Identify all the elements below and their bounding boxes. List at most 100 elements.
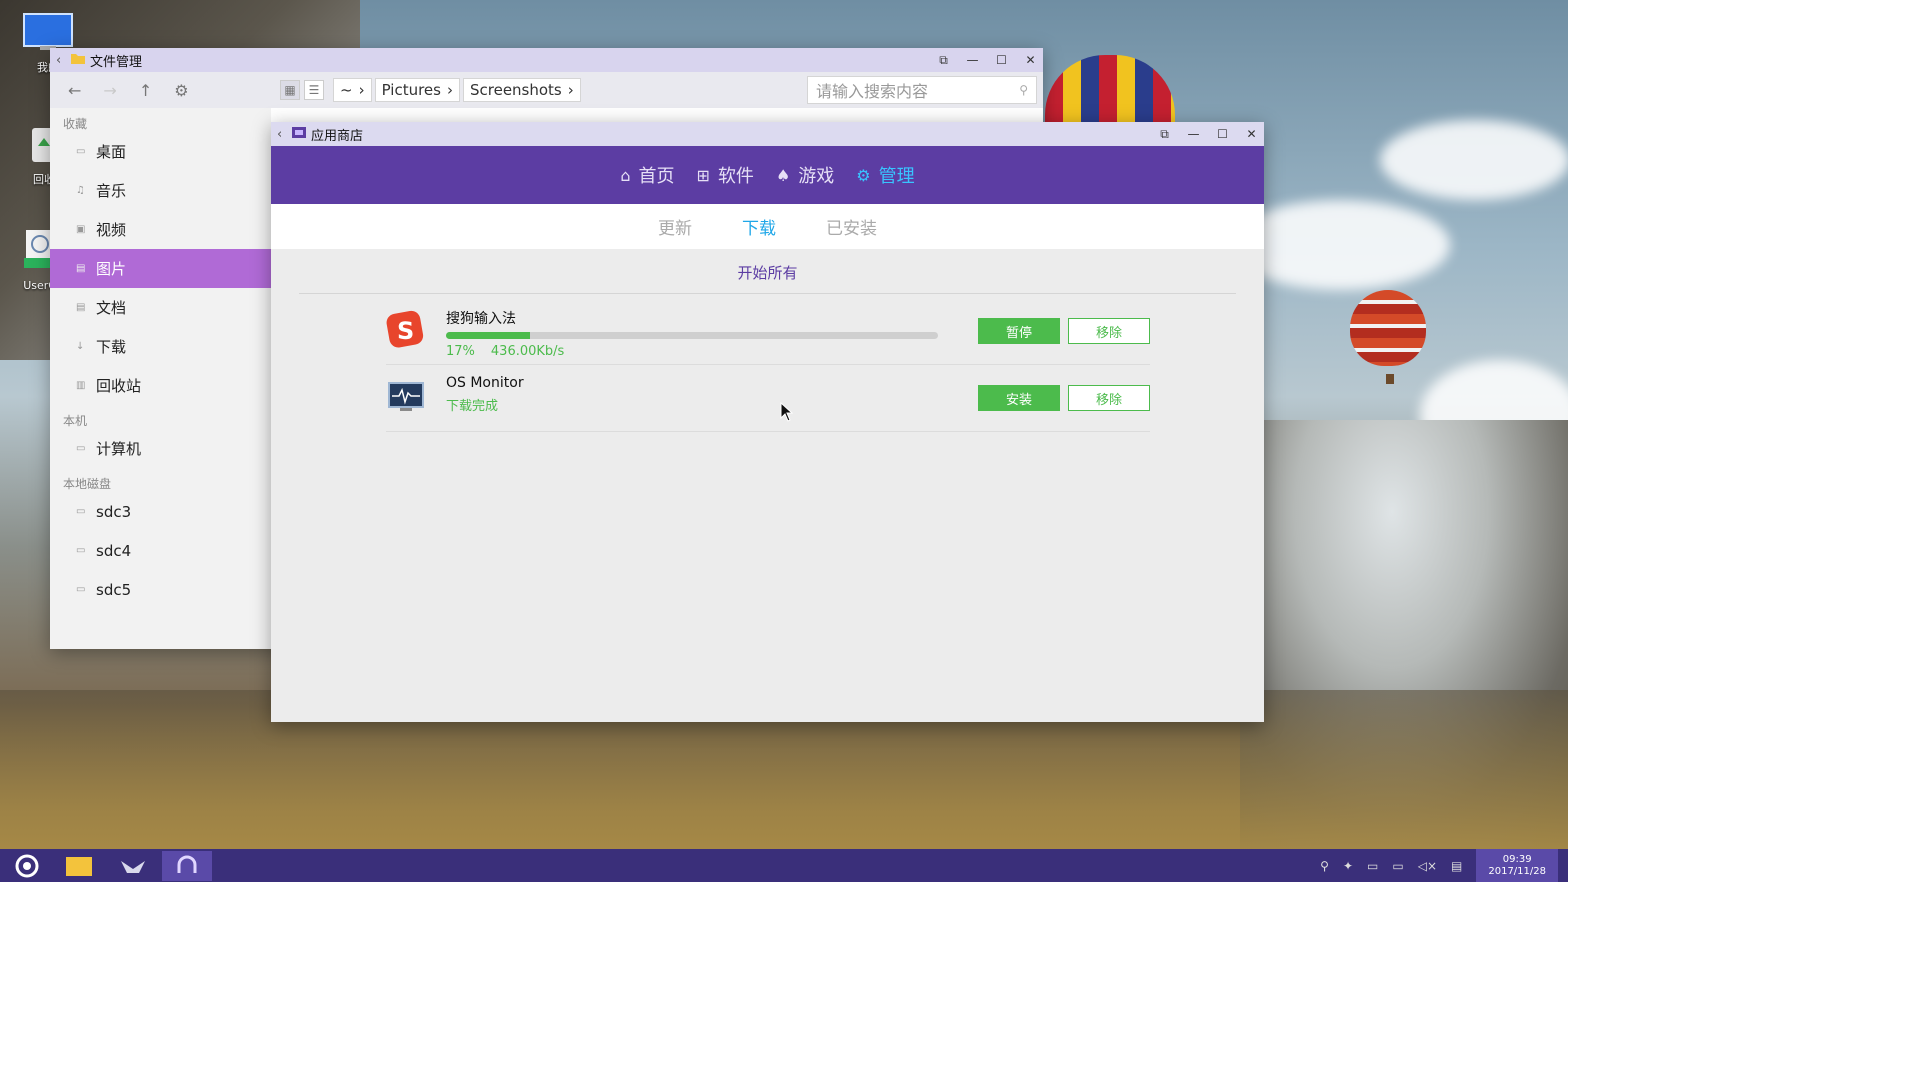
grid-icon: ⊞ [696,165,710,185]
close-button[interactable]: ✕ [1245,127,1258,141]
store-top-nav: ⌂ 首页 ⊞ 软件 ♠ 游戏 ⚙ 管理 [271,146,1264,204]
section-label: 本机 [63,414,88,428]
progress-fill [446,332,530,339]
bird-icon [121,860,145,873]
taskbar-browser[interactable] [108,851,158,881]
folder-icon [70,51,86,69]
back-chevron-icon[interactable]: ‹ [56,53,70,68]
battery-icon[interactable]: ▭ [1367,859,1378,873]
remove-button[interactable]: 移除 [1068,318,1150,344]
up-arrow-icon[interactable]: ↑ [139,81,152,100]
download-status: 下载完成 [446,399,499,414]
pin-icon[interactable]: ⧉ [937,53,950,67]
maximize-button[interactable]: ☐ [1216,127,1229,141]
back-chevron-icon[interactable]: ‹ [277,127,291,142]
nav-home[interactable]: ⌂ 首页 [620,162,674,188]
sidebar-item-video[interactable]: ▣ 视频 [50,210,271,249]
grid-view-icon[interactable]: ▦ [280,80,300,100]
document-icon: ▤ [76,302,86,313]
desktop-icon: ▭ [76,146,86,157]
start-menu-button[interactable] [0,849,54,882]
sidebar-item-sdc3[interactable]: ▭ sdc3 [50,492,271,531]
mouse-cursor-icon [780,402,794,422]
disk-icon: ▭ [76,584,86,595]
pause-button[interactable]: 暂停 [978,318,1060,344]
file-manager-titlebar[interactable]: ‹ 文件管理 ⧉ — ☐ ✕ [50,48,1043,72]
window-title: 文件管理 [90,54,143,70]
tab-downloads[interactable]: 下载 [742,214,776,239]
trash-icon: ▥ [76,380,86,391]
video-icon: ▣ [76,224,86,235]
start-logo-icon [15,854,39,877]
store-icon [291,125,307,143]
section-label: 收藏 [63,117,88,131]
settings-gear-icon[interactable]: ⚙ [174,81,188,100]
remove-button[interactable]: 移除 [1068,385,1150,411]
minimize-button[interactable]: — [1187,127,1200,141]
app-store-titlebar[interactable]: ‹ 应用商店 ⧉ — ☐ ✕ [271,122,1264,146]
download-icon: ↓ [76,341,85,352]
list-view-icon[interactable]: ☰ [304,80,324,100]
close-button[interactable]: ✕ [1024,53,1037,67]
nav-manage[interactable]: ⚙ 管理 [856,162,914,188]
manage-subtabs: 更新 下载 已安装 [271,204,1264,249]
download-progress-bar [446,332,938,339]
sidebar-item-computer[interactable]: ▭ 计算机 [50,429,271,468]
window-title: 应用商店 [311,128,364,144]
chevron-right-icon: › [446,81,453,99]
taskbar: ⚲ ✦ ▭ ▭ ◁× ▤ 09:39 2017/11/28 [0,849,1568,882]
sidebar-item-music[interactable]: ♫ 音乐 [50,171,271,210]
download-speed: 436.00Kb/s [490,344,565,359]
sidebar-item-sdc4[interactable]: ▭ sdc4 [50,531,271,570]
maximize-button[interactable]: ☐ [995,53,1008,67]
notification-icon[interactable]: ▤ [1451,859,1462,873]
nav-software[interactable]: ⊞ 软件 [697,162,754,188]
sidebar-item-documents[interactable]: ▤ 文档 [50,288,271,327]
breadcrumb: ~ › Pictures › Screenshots › [333,78,581,102]
user-icon[interactable]: ⚲ [1320,859,1329,873]
install-button[interactable]: 安装 [978,385,1060,411]
gear-icon: ⚙ [856,165,871,185]
sidebar-item-sdc5[interactable]: ▭ sdc5 [50,570,271,609]
search-icon[interactable]: ⚲ [1019,83,1028,97]
picture-icon: ▤ [76,263,86,274]
sidebar-item-pictures[interactable]: ▤ 图片 [50,249,271,288]
breadcrumb-pictures[interactable]: Pictures › [374,78,460,102]
gamepad-icon: ♠ [775,165,791,185]
back-arrow-icon[interactable]: ← [68,81,81,100]
progress-percent: 17% [446,344,475,359]
sidebar-item-desktop[interactable]: ▭ 桌面 [50,132,271,171]
svg-text:S: S [397,317,414,345]
folder-icon [66,856,92,876]
clock[interactable]: 09:39 2017/11/28 [1476,849,1558,882]
download-row: S 搜狗输入法 17% 436.00Kb/s 暂停 移除 [386,298,1150,365]
volume-mute-icon[interactable]: ◁× [1418,859,1437,873]
sidebar-item-trash[interactable]: ▥ 回收站 [50,366,271,405]
divider [299,293,1236,294]
music-icon: ♫ [76,185,85,196]
sidebar-item-downloads[interactable]: ↓ 下载 [50,327,271,366]
nav-games[interactable]: ♠ 游戏 [776,162,834,188]
display-icon[interactable]: ▭ [1392,859,1403,873]
section-label: 本地磁盘 [63,477,112,491]
tab-installed[interactable]: 已安装 [826,214,877,239]
file-manager-toolbar: ← → ↑ ⚙ ▦ ☰ ~ › Pictures › Screenshots › 请输… [50,72,1043,108]
breadcrumb-screenshots[interactable]: Screenshots › [462,78,581,102]
forward-arrow-icon[interactable]: → [103,81,116,100]
minimize-button[interactable]: — [966,53,979,67]
disk-icon: ▭ [76,545,86,556]
download-row: OS Monitor 下载完成 安装 移除 [386,365,1150,432]
taskbar-file-manager[interactable] [54,851,104,881]
search-input[interactable]: 请输入搜索内容 ⚲ [807,76,1037,104]
app-name: OS Monitor [446,375,524,391]
chevron-right-icon: › [358,81,365,99]
app-name: 搜狗输入法 [446,311,516,327]
network-icon[interactable]: ✦ [1343,859,1353,873]
taskbar-app-store[interactable] [162,850,212,881]
breadcrumb-home[interactable]: ~ › [333,78,372,102]
chevron-right-icon: › [567,81,574,99]
home-icon: ⌂ [620,165,631,185]
start-all-button[interactable]: 开始所有 [271,262,1264,286]
pin-icon[interactable]: ⧉ [1158,127,1171,141]
tab-updates[interactable]: 更新 [658,214,692,239]
